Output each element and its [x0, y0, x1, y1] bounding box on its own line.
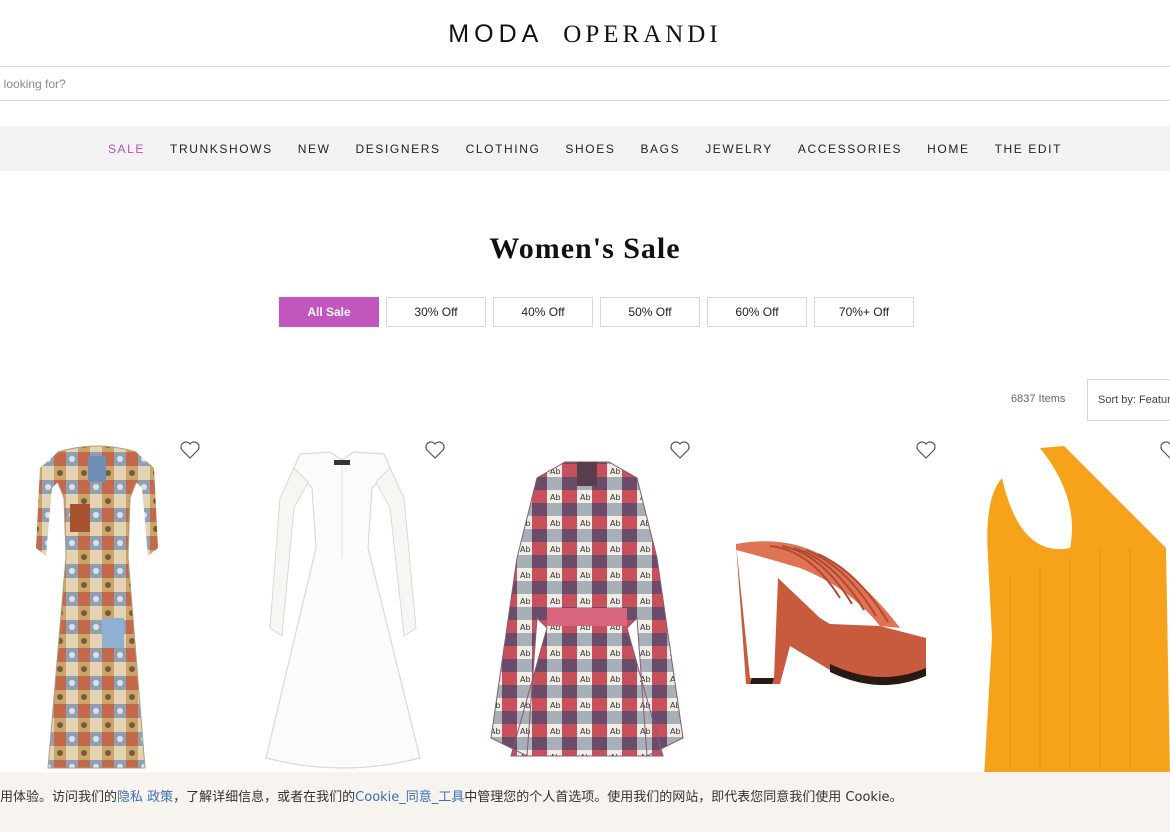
filter-70-off-button[interactable]: 70%+ Off: [814, 297, 914, 327]
page-title: Women's Sale: [489, 232, 681, 265]
product-image-printed-dress: Ab: [490, 461, 684, 757]
nav-item-bags[interactable]: BAGS: [640, 142, 680, 156]
wishlist-heart-icon[interactable]: [1160, 441, 1170, 459]
nav-item-trunkshows[interactable]: TRUNKSHOWS: [170, 142, 273, 156]
filter-30-off-button[interactable]: 30% Off: [386, 297, 486, 327]
wishlist-heart-icon[interactable]: [425, 441, 445, 459]
filter-all-sale-button[interactable]: All Sale: [279, 297, 379, 327]
cookie-consent-tool-link[interactable]: Cookie_同意_工具: [355, 790, 464, 805]
nav-item-new[interactable]: NEW: [298, 142, 331, 156]
filter-50-off-button[interactable]: 50% Off: [600, 297, 700, 327]
cookie-consent-text: 用体验。访问我们的隐私 政策，了解详细信息，或者在我们的Cookie_同意_工具…: [0, 786, 903, 805]
product-image-platform-sandal: [736, 541, 926, 686]
product-image-patchwork-dress: [36, 445, 158, 769]
product-image-white-dress: [265, 451, 421, 769]
nav-item-jewelry[interactable]: JEWELRY: [705, 142, 773, 156]
product-card-5[interactable]: [980, 438, 1170, 778]
product-card-3[interactable]: Ab: [487, 438, 687, 778]
nav-item-sale[interactable]: SALE: [108, 142, 145, 156]
product-card-1[interactable]: [30, 438, 165, 778]
wishlist-heart-icon[interactable]: [670, 441, 690, 459]
filter-40-off-button[interactable]: 40% Off: [493, 297, 593, 327]
brand-logo-word1: MODA: [448, 20, 544, 48]
brand-logo-word2: OPERANDI: [563, 21, 722, 48]
nav-item-accessories[interactable]: ACCESSORIES: [798, 142, 902, 156]
cookie-text-part-2: ，了解详细信息，或者在我们的: [173, 790, 356, 805]
item-count: 6837 Items: [1011, 393, 1066, 405]
sort-dropdown[interactable]: Sort by: Featured: [1087, 379, 1170, 421]
nav-item-designers[interactable]: DESIGNERS: [356, 142, 441, 156]
cookie-text-part-1: 用体验。访问我们的: [0, 790, 118, 805]
filter-60-off-button[interactable]: 60% Off: [707, 297, 807, 327]
wishlist-heart-icon[interactable]: [916, 441, 936, 459]
nav-item-clothing[interactable]: CLOTHING: [466, 142, 541, 156]
nav-item-the-edit[interactable]: THE EDIT: [995, 142, 1062, 156]
product-card-4[interactable]: [730, 438, 930, 778]
product-card-2[interactable]: [260, 438, 425, 778]
product-image-orange-top: [984, 446, 1170, 778]
nav-item-shoes[interactable]: SHOES: [565, 142, 615, 156]
discount-filter-group: All Sale 30% Off 40% Off 50% Off 60% Off…: [279, 297, 921, 327]
main-nav: SALE TRUNKSHOWS NEW DESIGNERS CLOTHING S…: [0, 126, 1170, 171]
search-input[interactable]: [0, 67, 1170, 100]
cookie-consent-banner: 用体验。访问我们的隐私 政策，了解详细信息，或者在我们的Cookie_同意_工具…: [0, 772, 1170, 832]
cookie-text-part-3: 中管理您的个人首选项。使用我们的网站，即代表您同意我们使用 Cookie。: [464, 790, 903, 805]
nav-item-home[interactable]: HOME: [927, 142, 969, 156]
privacy-policy-link[interactable]: 隐私 政策: [117, 790, 173, 805]
wishlist-heart-icon[interactable]: [180, 441, 200, 459]
brand-logo[interactable]: MODA OPERANDI: [0, 20, 1170, 49]
search-bar: [0, 66, 1170, 101]
